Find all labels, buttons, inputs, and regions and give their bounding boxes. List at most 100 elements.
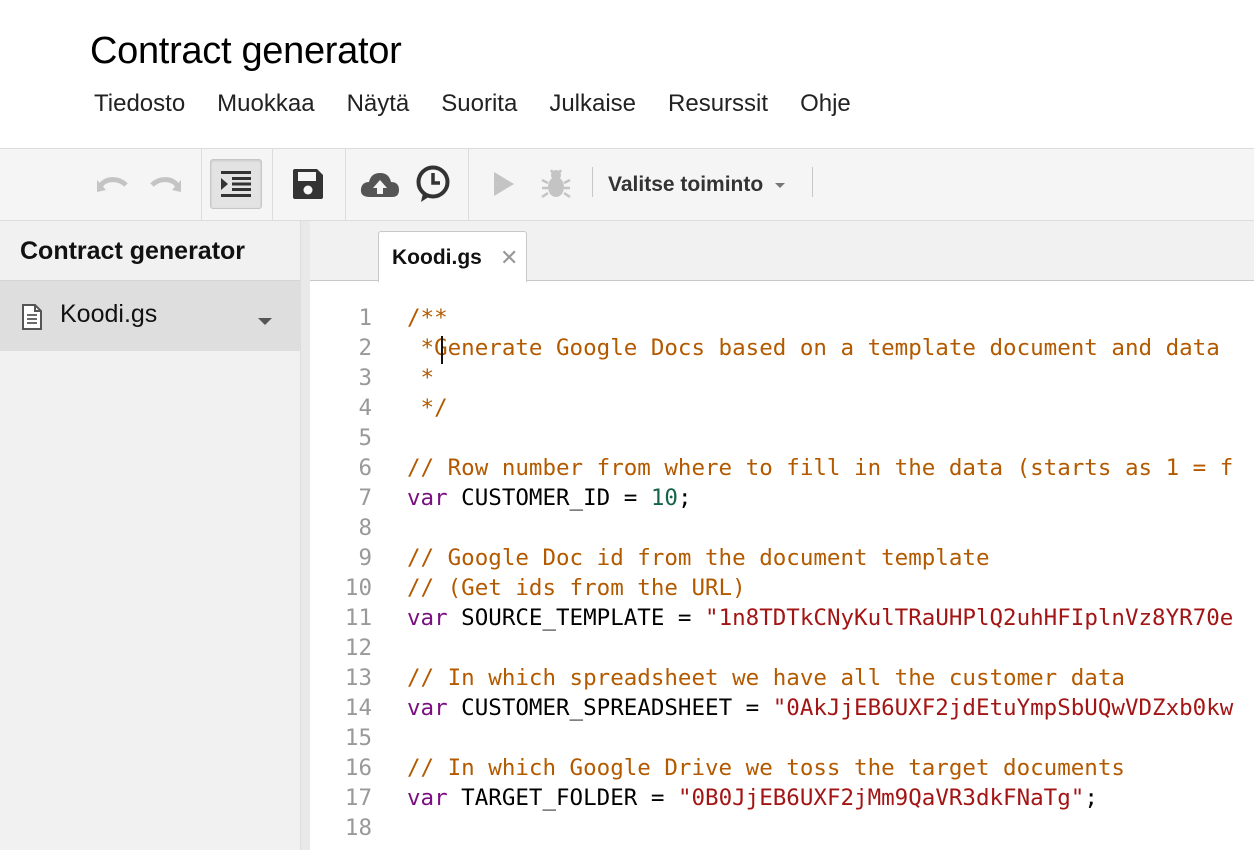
code-text: // (Get ids from the URL)	[407, 573, 746, 603]
line-number: 9	[358, 545, 372, 571]
editor-tab-bar: Koodi.gs ✕	[310, 221, 1254, 282]
line-number: 2	[358, 335, 372, 361]
menu-edit[interactable]: Muokkaa	[201, 88, 330, 120]
line-number: 4	[358, 395, 372, 421]
run-button[interactable]	[478, 159, 530, 209]
line-number: 16	[344, 755, 372, 781]
tab-koodi-gs[interactable]: Koodi.gs ✕	[378, 231, 527, 282]
code-comment: *	[407, 365, 435, 391]
indent-button[interactable]	[210, 159, 262, 209]
toolbar-divider	[272, 149, 273, 220]
code-plain: CUSTOMER_ID =	[447, 485, 651, 511]
menu-help[interactable]: Ohje	[784, 88, 867, 120]
line-number: 15	[344, 725, 372, 751]
undo-icon	[97, 177, 128, 192]
code-comment: /**	[407, 305, 448, 331]
file-item-koodi-gs[interactable]: Koodi.gs	[0, 281, 300, 351]
triggers-button[interactable]	[407, 159, 459, 209]
undo-button[interactable]	[87, 159, 139, 209]
code-string: "0B0JjEB6UXF2jMm9QaVR3dkFNaTg"	[677, 785, 1085, 811]
line-number: 18	[344, 815, 372, 841]
code-text: var TARGET_FOLDER = "0B0JjEB6UXF2jMm9QaV…	[407, 783, 1098, 813]
toolbar-divider	[201, 149, 202, 220]
code-comment: // (Get ids from the URL)	[407, 575, 746, 601]
debug-button[interactable]	[530, 159, 582, 209]
code-editor[interactable]: 1 /** 2 *Generate Google Docs based on a t…	[310, 282, 1254, 850]
line-number: 7	[358, 485, 372, 511]
code-text: // Row number from where to fill in the …	[407, 453, 1233, 483]
line-number: 8	[358, 515, 372, 541]
menu-view[interactable]: Näytä	[331, 88, 426, 120]
menu-bar: Tiedosto Muokkaa Näytä Suorita Julkaise …	[78, 88, 867, 120]
line-number: 10	[344, 575, 372, 601]
code-comment: // Google Doc id from the document templ…	[407, 545, 990, 571]
code-number: 10	[650, 485, 678, 511]
menu-publish[interactable]: Julkaise	[533, 88, 652, 120]
save-icon	[293, 169, 323, 199]
code-text: var CUSTOMER_SPREADSHEET = "0AkJjEB6UXF2…	[407, 693, 1233, 723]
code-text: // In which Google Drive we toss the tar…	[407, 753, 1125, 783]
deploy-button[interactable]	[354, 159, 406, 209]
menu-resources[interactable]: Resurssit	[652, 88, 784, 120]
code-plain: CUSTOMER_SPREADSHEET =	[447, 695, 773, 721]
code-plain: SOURCE_TEMPLATE =	[447, 605, 706, 631]
code-plain: ;	[677, 485, 692, 511]
code-text: *	[407, 363, 435, 393]
tab-label: Koodi.gs	[392, 246, 482, 269]
redo-button[interactable]	[139, 159, 191, 209]
function-select[interactable]: Valitse toiminto	[608, 173, 786, 197]
toolbar: Valitse toiminto	[0, 148, 1254, 221]
line-number: 6	[358, 455, 372, 481]
code-text: var SOURCE_TEMPLATE = "1n8TDTkCNyKulTRaU…	[407, 603, 1233, 633]
menu-file[interactable]: Tiedosto	[78, 88, 201, 120]
line-number: 14	[344, 695, 372, 721]
code-keyword: var	[407, 605, 448, 631]
code-plain: TARGET_FOLDER =	[447, 785, 678, 811]
code-comment: // In which spreadsheet we have all the …	[407, 665, 1125, 691]
menu-run[interactable]: Suorita	[425, 88, 533, 120]
code-text: /**	[407, 303, 448, 333]
file-menu-chevron-icon[interactable]	[258, 318, 272, 325]
toolbar-divider	[468, 149, 469, 220]
chevron-down-icon	[775, 182, 786, 188]
code-keyword: var	[407, 785, 448, 811]
code-text: // In which spreadsheet we have all the …	[407, 663, 1125, 693]
project-title: Contract generator	[20, 237, 246, 265]
code-keyword: var	[407, 695, 448, 721]
code-text: *Generate Google Docs based on a templat…	[407, 333, 1220, 363]
close-icon[interactable]: ✕	[500, 245, 518, 271]
code-comment: // In which Google Drive we toss the tar…	[407, 755, 1125, 781]
function-select-label: Valitse toiminto	[608, 173, 764, 196]
code-string: "1n8TDTkCNyKulTRaUHPlQ2uhHFIplnVz8YR70e	[705, 605, 1234, 631]
bug-icon	[541, 169, 571, 199]
line-number: 17	[344, 785, 372, 811]
app-title: Contract generator	[90, 30, 402, 72]
code-text: */	[407, 393, 448, 423]
sidebar-resize-handle[interactable]	[301, 221, 310, 850]
code-keyword: var	[407, 485, 448, 511]
save-button[interactable]	[282, 159, 334, 209]
toolbar-divider	[345, 149, 346, 220]
indent-icon	[221, 171, 251, 197]
file-name: Koodi.gs	[60, 300, 158, 328]
code-comment: *Generate Google Docs based on a templat…	[407, 335, 1220, 361]
file-icon	[22, 304, 42, 330]
project-sidebar: Contract generator Koodi.gs	[0, 221, 301, 850]
code-text: // Google Doc id from the document templ…	[407, 543, 989, 573]
code-comment: // Row number from where to fill in the …	[407, 455, 1234, 481]
redo-icon	[150, 177, 181, 192]
cloud-upload-icon	[360, 173, 399, 197]
toolbar-divider	[812, 167, 813, 197]
play-icon	[494, 172, 514, 196]
line-number: 5	[358, 425, 372, 451]
line-number: 13	[344, 665, 372, 691]
line-number: 3	[358, 365, 372, 391]
text-cursor	[441, 336, 443, 364]
code-string: "0AkJjEB6UXF2jdEtuYmpSbUQwVDZxb0kw	[772, 695, 1234, 721]
toolbar-divider	[592, 167, 593, 197]
line-number: 11	[344, 605, 372, 631]
code-plain: ;	[1084, 785, 1098, 811]
clock-icon	[416, 165, 450, 202]
code-text: var CUSTOMER_ID = 10;	[407, 483, 691, 513]
line-number: 12	[344, 635, 372, 661]
